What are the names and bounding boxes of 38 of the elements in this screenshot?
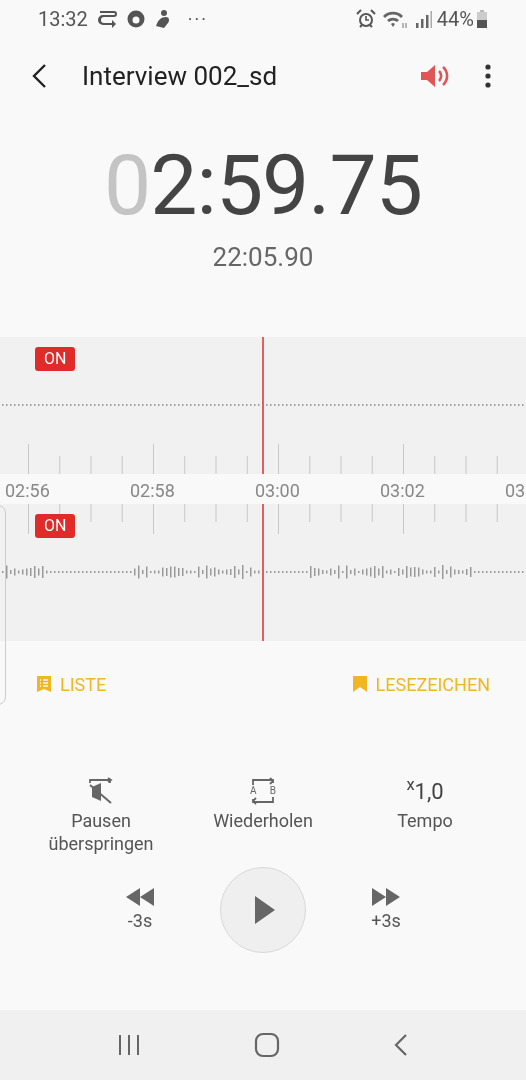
mute-skip-icon bbox=[87, 777, 115, 805]
more-icon bbox=[485, 64, 491, 88]
total-duration: 22:05.90 bbox=[212, 241, 314, 274]
wifi-icon bbox=[381, 9, 410, 29]
forward-button[interactable]: +3s bbox=[356, 886, 416, 934]
battery-percent: 44% bbox=[436, 6, 474, 33]
time-marker: 03:00 bbox=[255, 479, 300, 503]
on-badge: ON bbox=[35, 514, 76, 538]
back-nav-icon[interactable] bbox=[393, 1033, 410, 1057]
more-notifications: ··· bbox=[187, 7, 208, 32]
skip-silence-button[interactable]: Pausen überspringen bbox=[20, 775, 182, 855]
alarm-icon bbox=[354, 9, 377, 29]
list-icon bbox=[36, 675, 52, 693]
clock-time: 13:32 bbox=[38, 6, 88, 33]
repeat-button[interactable]: A B Wiederholen bbox=[182, 775, 344, 855]
elapsed-time: 2:59.75 bbox=[150, 144, 422, 228]
time-marker: 03:02 bbox=[380, 479, 425, 503]
back-icon bbox=[30, 62, 48, 90]
home-icon[interactable] bbox=[254, 1032, 280, 1058]
recording-title: Interview 002_sd bbox=[82, 59, 278, 93]
time-marker: 02:58 bbox=[130, 479, 175, 503]
fast-forward-icon bbox=[371, 886, 401, 907]
rewind-icon bbox=[125, 886, 155, 907]
figure-icon bbox=[153, 9, 172, 29]
battery-icon bbox=[476, 9, 488, 29]
repeat-icon bbox=[249, 777, 277, 805]
bookmark-icon bbox=[351, 675, 368, 693]
play-icon bbox=[254, 895, 276, 925]
time-marker: 02:56 bbox=[5, 479, 50, 503]
recent-apps-icon[interactable] bbox=[116, 1034, 141, 1056]
on-badge: ON bbox=[35, 347, 76, 371]
repeat-start-letter: A bbox=[250, 785, 257, 797]
tempo-value: $^{x}$1,0 bbox=[406, 779, 444, 803]
time-marker: 03 bbox=[505, 479, 526, 503]
signal-icon bbox=[414, 9, 433, 29]
tempo-button[interactable]: $^{x}$1,0 Tempo bbox=[344, 775, 506, 855]
repeat-end-letter: B bbox=[269, 785, 276, 797]
rewind-button[interactable]: -3s bbox=[110, 886, 170, 934]
